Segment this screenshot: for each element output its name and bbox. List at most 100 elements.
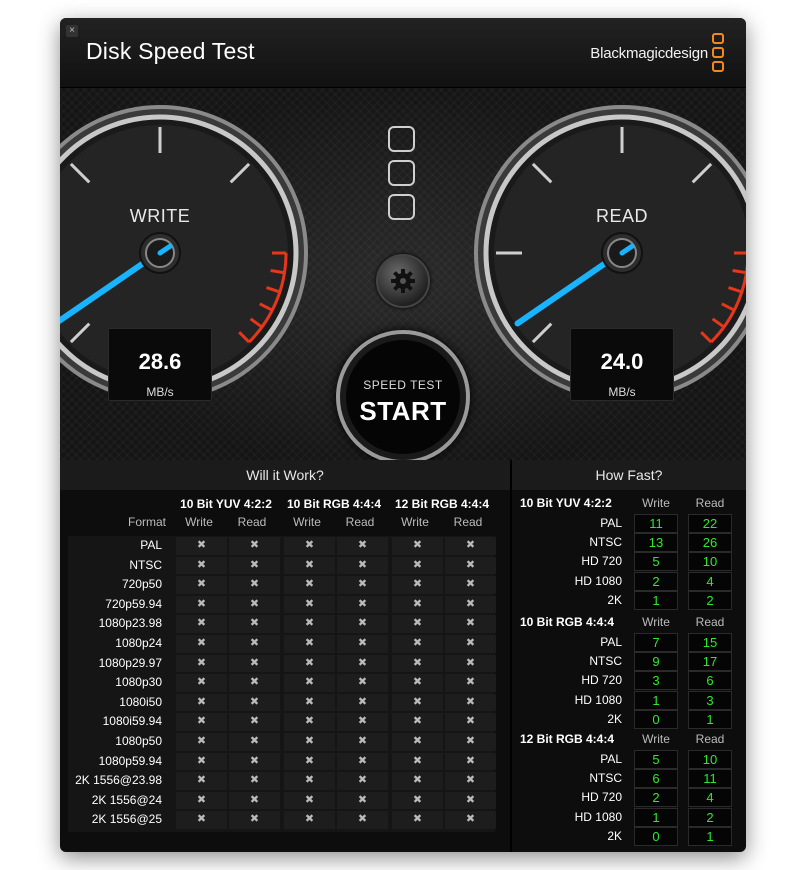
read-gauge: READ 24.0 MB/s [472, 103, 746, 403]
work-subcol-header: Write [185, 515, 213, 529]
write-fps-value: 5 [634, 552, 678, 572]
format-row: 1080p50 ✖ ✖ ✖ ✖ ✖ ✖ [68, 732, 496, 752]
cross-icon: ✖ [176, 713, 227, 731]
how-fast-group-title: 10 Bit RGB 4:4:4 [520, 615, 615, 629]
format-label: 1080p30 [115, 675, 162, 690]
cross-icon: ✖ [176, 556, 227, 575]
app-window: × Disk Speed Test Blackmagicdesign WRITE… [60, 18, 746, 852]
format-label: 1080p29.97 [98, 655, 162, 670]
format-label: 2K 1556@23.98 [75, 773, 162, 788]
cross-icon: ✖ [445, 791, 496, 810]
format-label: 1080p23.98 [98, 616, 162, 631]
how-fast-row: NTSC 6 11 [520, 769, 738, 789]
format-row: 1080p23.98 ✖ ✖ ✖ ✖ ✖ ✖ [68, 614, 496, 634]
how-fast-row: 2K 0 1 [520, 709, 738, 729]
how-fast-row: PAL 11 22 [520, 514, 738, 533]
write-readout: 28.6 MB/s [108, 328, 212, 401]
work-group-header: 12 Bit RGB 4:4:4 [394, 497, 490, 511]
how-fast-row-label: PAL [600, 516, 622, 530]
format-label: PAL [140, 538, 162, 552]
how-fast-row: PAL 5 10 [520, 750, 738, 769]
cross-icon: ✖ [392, 615, 443, 633]
cross-icon: ✖ [229, 576, 280, 594]
format-label: 1080p24 [115, 635, 162, 650]
read-fps-value: 15 [688, 633, 732, 652]
how-fast-group-title: 12 Bit RGB 4:4:4 [520, 732, 615, 746]
how-fast-row-label: HD 720 [581, 790, 622, 805]
write-fps-value: 11 [634, 514, 678, 533]
how-fast-row: 2K 1 2 [520, 590, 738, 610]
write-fps-value: 0 [634, 826, 678, 846]
read-unit: MB/s [608, 385, 636, 399]
read-fps-value: 4 [688, 788, 732, 808]
format-label: 2K 1556@25 [91, 812, 162, 827]
cross-icon: ✖ [176, 537, 227, 555]
cross-icon: ✖ [392, 537, 443, 555]
cross-icon: ✖ [284, 693, 335, 712]
cross-icon: ✖ [337, 615, 388, 633]
read-fps-value: 10 [688, 750, 732, 769]
cross-icon: ✖ [284, 576, 335, 594]
will-it-work-header: Will it Work? [60, 460, 510, 490]
cross-icon: ✖ [445, 752, 496, 771]
work-subcol-header: Read [453, 515, 483, 529]
cross-icon: ✖ [229, 752, 280, 771]
cross-icon: ✖ [337, 595, 388, 614]
cross-icon: ✖ [337, 674, 388, 692]
cross-icon: ✖ [392, 732, 443, 751]
title-bar: × Disk Speed Test Blackmagicdesign [60, 18, 746, 88]
cross-icon: ✖ [284, 615, 335, 633]
app-title: Disk Speed Test [86, 38, 255, 64]
format-row: 2K 1556@24 ✖ ✖ ✖ ✖ ✖ ✖ [68, 791, 496, 811]
format-row: 1080p30 ✖ ✖ ✖ ✖ ✖ ✖ [68, 673, 496, 693]
format-label: NTSC [129, 557, 162, 572]
cross-icon: ✖ [229, 556, 280, 575]
how-fast-read-header: Read [695, 496, 725, 510]
cross-icon: ✖ [284, 811, 335, 829]
cross-icon: ✖ [337, 556, 388, 575]
write-fps-value: 2 [634, 788, 678, 808]
write-fps-value: 1 [634, 690, 678, 710]
start-button-sublabel: SPEED TEST [363, 378, 443, 392]
how-fast-row-label: NTSC [589, 771, 622, 786]
cross-icon: ✖ [176, 576, 227, 594]
cross-icon: ✖ [176, 752, 227, 771]
cross-icon: ✖ [337, 713, 388, 731]
cross-icon: ✖ [176, 595, 227, 614]
cross-icon: ✖ [284, 732, 335, 751]
cross-icon: ✖ [176, 772, 227, 790]
format-row: 2K 1556@25 ✖ ✖ ✖ ✖ ✖ ✖ [68, 810, 496, 830]
how-fast-row: HD 720 2 4 [520, 788, 738, 808]
cross-icon: ✖ [176, 791, 227, 810]
cross-icon: ✖ [445, 693, 496, 712]
format-label: 1080i59.94 [102, 714, 162, 729]
how-fast-group-title: 10 Bit YUV 4:2:2 [520, 496, 612, 510]
settings-button[interactable] [376, 254, 430, 308]
how-fast-row: NTSC 9 17 [520, 652, 738, 672]
cross-icon: ✖ [392, 772, 443, 790]
cross-icon: ✖ [337, 811, 388, 829]
brand-name: Blackmagicdesign [590, 45, 708, 62]
format-label: 1080p59.94 [98, 753, 162, 768]
format-row: 1080p24 ✖ ✖ ✖ ✖ ✖ ✖ [68, 634, 496, 654]
cross-icon: ✖ [176, 693, 227, 712]
start-button[interactable]: SPEED TEST START [336, 330, 470, 464]
work-subcol-header: Read [237, 515, 267, 529]
write-fps-value: 3 [634, 671, 678, 691]
how-fast-row: HD 1080 1 2 [520, 807, 738, 827]
cross-icon: ✖ [284, 556, 335, 575]
how-fast-header: How Fast? [512, 460, 746, 490]
close-icon[interactable]: × [66, 25, 78, 37]
cross-icon: ✖ [392, 634, 443, 653]
cross-icon: ✖ [284, 791, 335, 810]
format-label: 2K 1556@24 [91, 792, 162, 807]
cross-icon: ✖ [176, 674, 227, 692]
cross-icon: ✖ [284, 595, 335, 614]
how-fast-row: NTSC 13 26 [520, 533, 738, 553]
cross-icon: ✖ [337, 576, 388, 594]
format-label: 1080p50 [115, 733, 162, 748]
format-row: 2K 1556@23.98 ✖ ✖ ✖ ✖ ✖ ✖ [68, 771, 496, 791]
how-fast-row: HD 720 3 6 [520, 671, 738, 691]
cross-icon: ✖ [392, 811, 443, 829]
work-subcol-header: Read [345, 515, 375, 529]
